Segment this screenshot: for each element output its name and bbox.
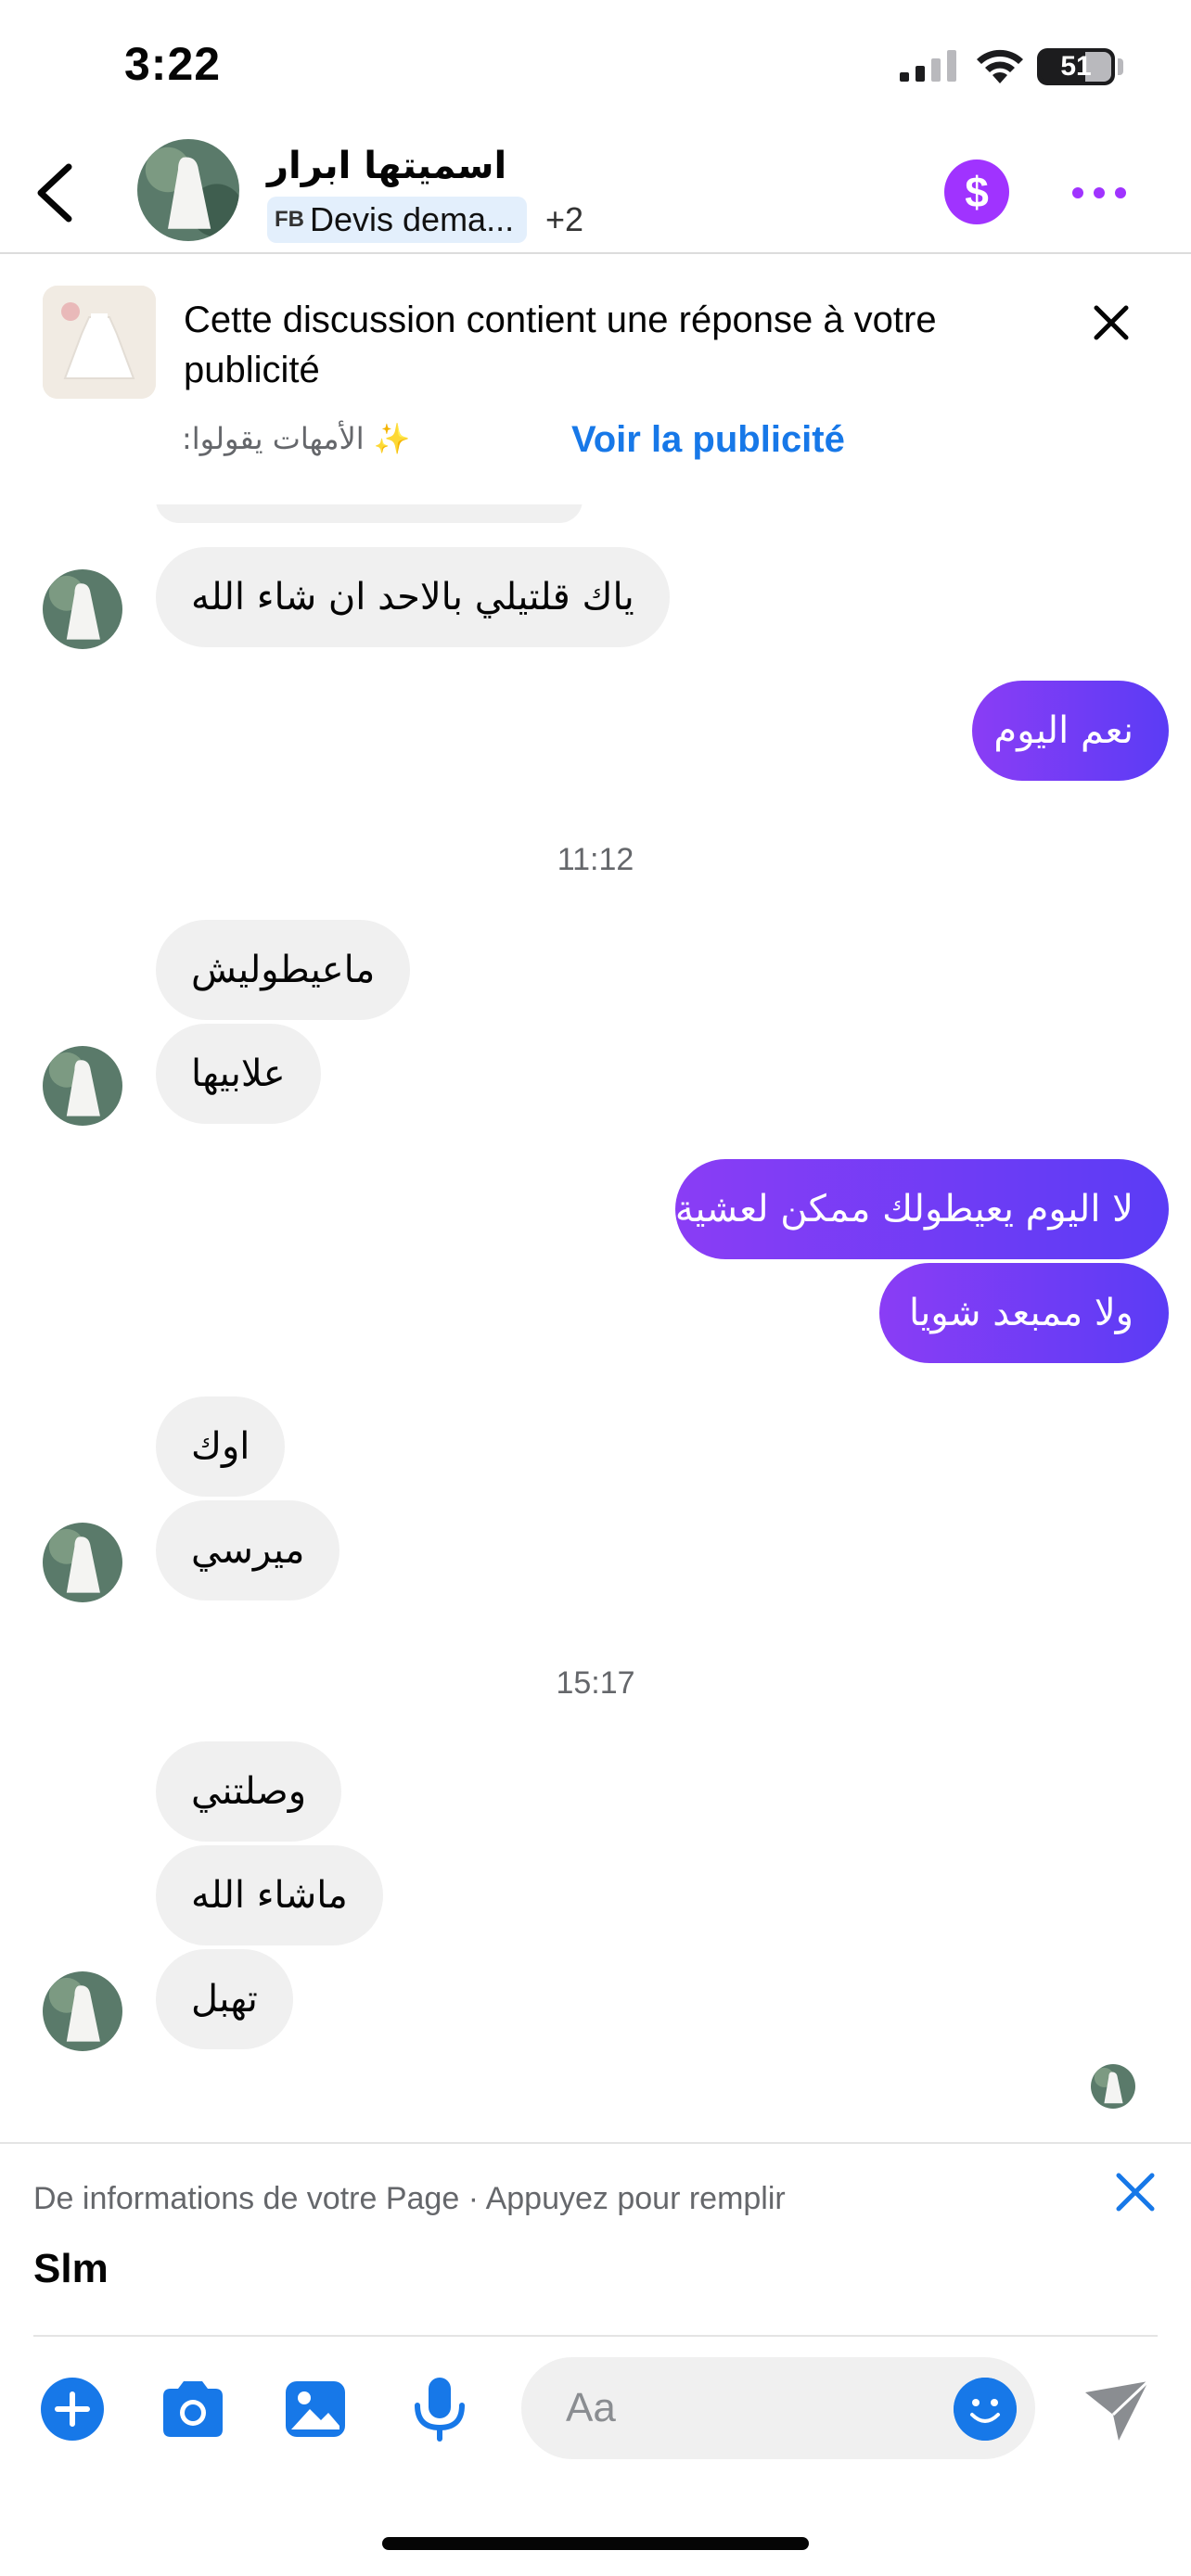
- battery-level: 51: [1060, 51, 1092, 82]
- sender-avatar[interactable]: [43, 569, 122, 649]
- chip-label: Devis dema...: [310, 200, 515, 238]
- battery-icon: 51: [1037, 48, 1115, 85]
- wifi-icon: [977, 49, 1023, 83]
- contact-avatar[interactable]: [137, 139, 239, 241]
- gallery-icon[interactable]: [280, 2374, 351, 2444]
- message-outgoing[interactable]: نعم اليوم: [972, 681, 1169, 781]
- message-incoming[interactable]: اوك: [156, 1396, 286, 1497]
- send-icon[interactable]: [1082, 2374, 1152, 2444]
- message-list[interactable]: ياك قلتيلي بالاحد ان شاء الله نعم اليوم …: [0, 504, 1191, 2142]
- timestamp: 15:17: [556, 1665, 635, 1701]
- message-outgoing[interactable]: لا اليوم يعيطولك ممكن لعشية: [675, 1159, 1169, 1259]
- message-incoming[interactable]: تهبل: [156, 1949, 293, 2049]
- page-info-suggestion[interactable]: De informations de votre Page · Appuyez …: [0, 2142, 1191, 2337]
- message-incoming[interactable]: ماعيطوليش: [156, 920, 411, 1020]
- status-time: 3:22: [124, 38, 222, 90]
- message-incoming[interactable]: ياك قلتيلي بالاحد ان شاء الله: [156, 547, 670, 647]
- message-outgoing[interactable]: ولا ممبعد شويا: [879, 1263, 1169, 1363]
- timestamp: 11:12: [557, 842, 634, 877]
- emoji-icon[interactable]: [954, 2378, 1017, 2441]
- conversation-header: اسميتها ابرار FB Devis dema... +2 $: [0, 130, 1191, 254]
- back-button[interactable]: [28, 158, 83, 228]
- message-bubble-partial[interactable]: [156, 504, 583, 523]
- plus-icon[interactable]: [37, 2374, 108, 2444]
- message-incoming[interactable]: ماشاء الله: [156, 1845, 383, 1945]
- sender-avatar[interactable]: [43, 1523, 122, 1602]
- home-indicator: [382, 2537, 809, 2550]
- microphone-icon[interactable]: [404, 2374, 475, 2444]
- suggestion-hint: De informations de votre Page · Appuyez …: [33, 2181, 786, 2216]
- message-composer: [0, 2337, 1191, 2485]
- ad-thumbnail[interactable]: [43, 286, 156, 399]
- suggestion-value[interactable]: Slm: [33, 2246, 109, 2292]
- cellular-signal-icon: [900, 50, 956, 82]
- fb-tag: FB: [275, 207, 304, 232]
- sender-avatar[interactable]: [43, 1971, 122, 2051]
- payment-button[interactable]: $: [944, 159, 1009, 224]
- close-icon[interactable]: [1085, 297, 1137, 349]
- sender-avatar[interactable]: [43, 1046, 122, 1126]
- message-incoming[interactable]: علابيها: [156, 1024, 321, 1124]
- message-incoming[interactable]: ميرسي: [156, 1500, 340, 1600]
- camera-icon[interactable]: [158, 2374, 228, 2444]
- more-labels-count[interactable]: +2: [545, 200, 583, 239]
- ad-reply-banner: Cette discussion contient une réponse à …: [0, 256, 1191, 504]
- message-incoming[interactable]: وصلتني: [156, 1741, 342, 1842]
- view-ad-link[interactable]: Voir la publicité: [571, 419, 845, 461]
- ad-banner-text: Cette discussion contient une réponse à …: [184, 300, 937, 390]
- contact-name[interactable]: اسميتها ابرار: [267, 145, 506, 187]
- read-receipt-avatar: [1091, 2064, 1135, 2109]
- ad-caption: ✨ الأمهات يقولوا:: [182, 421, 411, 456]
- more-options-icon[interactable]: [1067, 174, 1132, 211]
- close-icon[interactable]: [1109, 2166, 1161, 2218]
- status-bar: 3:22 51: [0, 0, 1191, 130]
- label-chip[interactable]: FB Devis dema...: [267, 197, 528, 243]
